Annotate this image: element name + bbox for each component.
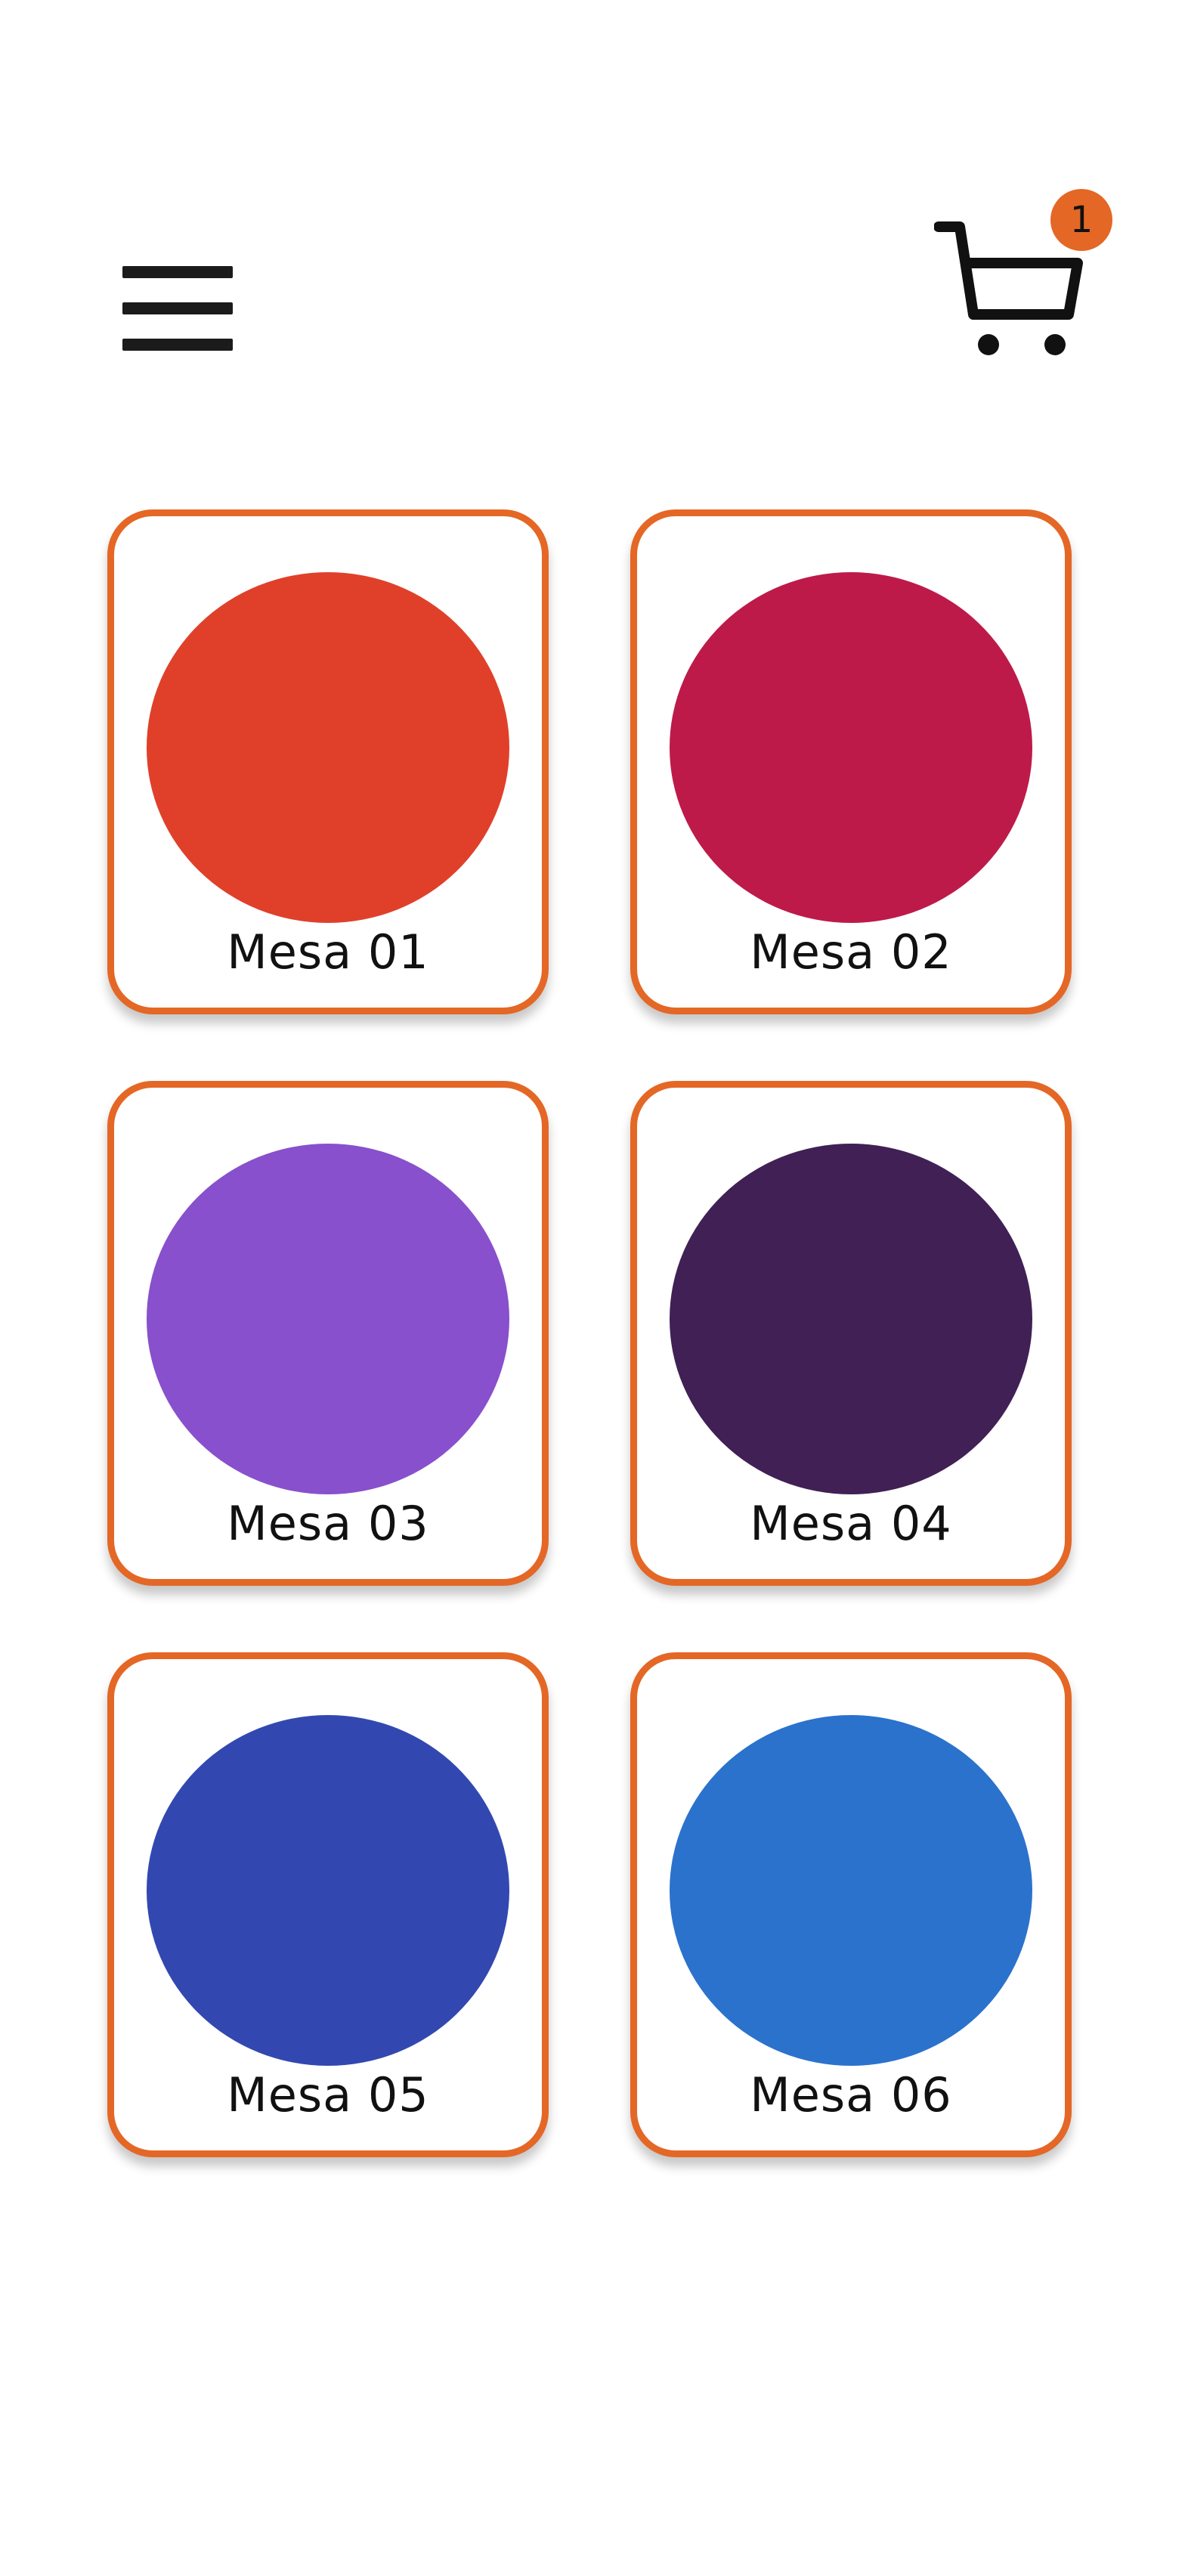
table-card-mesa-05[interactable]: Mesa 05 (107, 1652, 549, 2157)
table-label: Mesa 01 (227, 924, 429, 980)
tables-grid: Mesa 01 Mesa 02 Mesa 03 Mesa 04 Mesa 05 … (0, 0, 1188, 2576)
table-card-mesa-06[interactable]: Mesa 06 (630, 1652, 1072, 2157)
table-color-circle (670, 1144, 1032, 1494)
table-color-circle (147, 1144, 509, 1494)
table-label: Mesa 02 (750, 924, 952, 980)
table-color-circle (670, 1715, 1032, 2066)
table-card-mesa-03[interactable]: Mesa 03 (107, 1081, 549, 1586)
table-card-mesa-01[interactable]: Mesa 01 (107, 509, 549, 1014)
table-color-circle (147, 572, 509, 923)
table-color-circle (670, 572, 1032, 923)
table-label: Mesa 05 (227, 2067, 429, 2122)
table-label: Mesa 06 (750, 2067, 952, 2122)
table-label: Mesa 04 (750, 1496, 952, 1551)
table-card-mesa-04[interactable]: Mesa 04 (630, 1081, 1072, 1586)
table-color-circle (147, 1715, 509, 2066)
table-card-mesa-02[interactable]: Mesa 02 (630, 509, 1072, 1014)
table-label: Mesa 03 (227, 1496, 429, 1551)
